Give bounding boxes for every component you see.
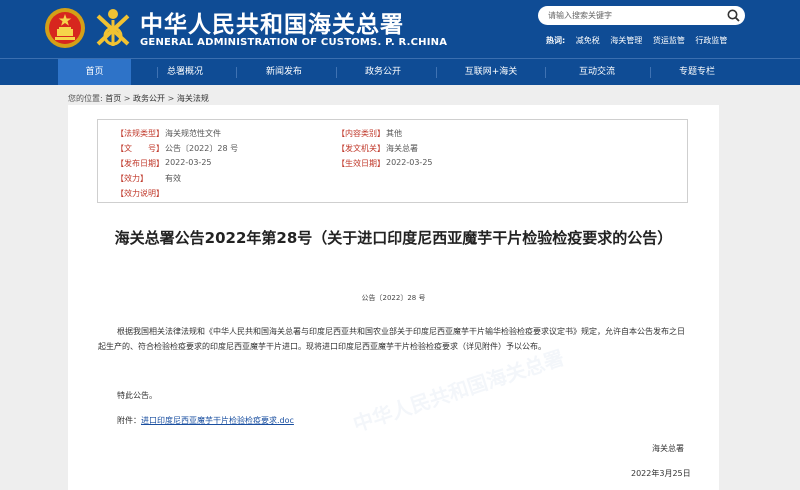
attachment-label: 附件：: [117, 416, 141, 425]
document-metadata: 【法规类型】 海关规范性文件 【内容类别】 其他 【文 号】 公告〔2022〕2…: [97, 119, 688, 203]
meta-value-issuing-authority: 海关总署: [386, 144, 418, 153]
meta-label-content-category: 【内容类别】: [337, 129, 385, 138]
hot-link-admin-supervision[interactable]: 行政监管: [695, 36, 727, 45]
nav-home[interactable]: 首页: [58, 59, 131, 85]
meta-label-effective-date: 【生效日期】: [337, 159, 385, 168]
meta-label-issuing-authority: 【发文机关】: [337, 144, 385, 153]
nav-special-topics[interactable]: 专题专栏: [672, 59, 722, 85]
article-doc-number: 公告〔2022〕28 号: [361, 294, 426, 302]
hot-label: 热词:: [546, 36, 566, 45]
breadcrumb-customs-regulations[interactable]: 海关法规: [177, 94, 209, 103]
site-title-english: GENERAL ADMINISTRATION OF CUSTOMS. P. R.…: [140, 37, 448, 48]
meta-label-regulation-type: 【法规类型】: [116, 129, 164, 138]
meta-value-effective-date: 2022-03-25: [386, 158, 433, 167]
nav-divider: [336, 67, 337, 78]
signature-date: 2022年3月25日: [631, 469, 691, 478]
breadcrumb: 您的位置: 首页 > 政务公开 > 海关法规: [68, 93, 209, 104]
meta-label-validity-note: 【效力说明】: [116, 189, 164, 198]
hot-link-customs-management[interactable]: 海关管理: [610, 36, 642, 45]
nav-divider: [650, 67, 651, 78]
nav-interaction[interactable]: 互动交流: [572, 59, 622, 85]
article-container: 【法规类型】 海关规范性文件 【内容类别】 其他 【文 号】 公告〔2022〕2…: [68, 105, 719, 490]
meta-label-doc-number: 【文 号】: [116, 144, 164, 153]
meta-value-validity: 有效: [165, 174, 181, 183]
hot-link-jianmianshui[interactable]: 减免税: [576, 36, 600, 45]
main-nav: 首页 总署概况 新闻发布 政务公开 互联网+海关 互动交流 专题专栏: [0, 58, 800, 85]
search-input[interactable]: [548, 9, 718, 22]
nav-divider: [436, 67, 437, 78]
hot-links: 热词: 减免税 海关管理 货运监管 行政监管: [546, 35, 735, 46]
breadcrumb-government-affairs[interactable]: 政务公开: [133, 94, 165, 103]
breadcrumb-prefix: 您的位置:: [68, 94, 103, 103]
meta-value-regulation-type: 海关规范性文件: [165, 129, 221, 138]
search-icon[interactable]: [726, 8, 741, 23]
meta-label-publish-date: 【发布日期】: [116, 159, 164, 168]
breadcrumb-separator: >: [167, 94, 177, 103]
customs-emblem-icon: [96, 9, 130, 46]
nav-divider: [545, 67, 546, 78]
meta-value-publish-date: 2022-03-25: [165, 158, 212, 167]
signature-organization: 海关总署: [652, 444, 684, 453]
meta-label-validity: 【效力】: [116, 174, 148, 183]
article-closing: 特此公告。: [117, 391, 157, 400]
nav-divider: [236, 67, 237, 78]
article-paragraph: 根据我国相关法律法规和《中华人民共和国海关总署与印度尼西亚共和国农业部关于印度尼…: [98, 327, 685, 351]
nav-internet-customs[interactable]: 互联网+海关: [460, 59, 522, 85]
article-title: 海关总署公告2022年第28号（关于进口印度尼西亚魔芋干片检验检疫要求的公告）: [114, 229, 673, 247]
search-box: [538, 6, 745, 25]
attachment-line: 附件：进口印度尼西亚魔芋干片检验检疫要求.doc: [117, 413, 617, 428]
nav-news[interactable]: 新闻发布: [259, 59, 309, 85]
attachment-link[interactable]: 进口印度尼西亚魔芋干片检验检疫要求.doc: [141, 416, 294, 425]
nav-overview[interactable]: 总署概况: [160, 59, 210, 85]
site-title: 中华人民共和国海关总署: [140, 12, 404, 38]
breadcrumb-separator: >: [123, 94, 134, 103]
site-header: 中华人民共和国海关总署 GENERAL ADMINISTRATION OF CU…: [0, 0, 800, 58]
hot-link-freight-supervision[interactable]: 货运监管: [653, 36, 685, 45]
meta-value-doc-number: 公告〔2022〕28 号: [165, 144, 239, 153]
national-emblem-icon: [45, 8, 85, 48]
breadcrumb-home[interactable]: 首页: [105, 94, 121, 103]
nav-government-affairs[interactable]: 政务公开: [358, 59, 408, 85]
meta-value-content-category: 其他: [386, 129, 402, 138]
nav-divider: [157, 67, 158, 78]
